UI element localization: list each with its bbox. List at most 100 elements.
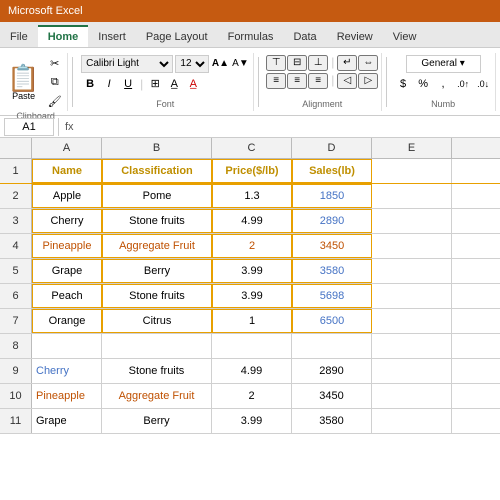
cell-b8[interactable] (102, 334, 212, 358)
tab-home[interactable]: Home (38, 25, 89, 47)
cell-e2[interactable] (372, 184, 452, 208)
cell-b11[interactable]: Berry (102, 409, 212, 433)
cell-b5[interactable]: Berry (102, 259, 212, 283)
cell-d3[interactable]: 2890 (292, 209, 372, 233)
font-name-select[interactable]: Calibri Light (81, 55, 173, 73)
borders-button[interactable]: ⊞ (146, 75, 164, 93)
fill-color-button[interactable]: A̲ (165, 75, 183, 93)
cell-e8[interactable] (372, 334, 452, 358)
increase-font-button[interactable]: A▲ (211, 55, 229, 73)
cell-b6[interactable]: Stone fruits (102, 284, 212, 308)
cell-e6[interactable] (372, 284, 452, 308)
row-header-6[interactable]: 6 (0, 284, 32, 308)
indent-less-button[interactable]: ◁ (337, 73, 357, 89)
cell-c11[interactable]: 3.99 (212, 409, 292, 433)
cell-d5[interactable]: 3580 (292, 259, 372, 283)
tab-view[interactable]: View (383, 27, 427, 47)
tab-file[interactable]: File (0, 27, 38, 47)
cell-a5[interactable]: Grape (32, 259, 102, 283)
cell-a2[interactable]: Apple (32, 184, 102, 208)
name-box[interactable] (4, 118, 54, 136)
cell-b2[interactable]: Pome (102, 184, 212, 208)
indent-more-button[interactable]: ▷ (358, 73, 378, 89)
row-header-11[interactable]: 11 (0, 409, 32, 433)
row-header-1[interactable]: 1 (0, 159, 32, 183)
cut-button[interactable]: ✂ (46, 55, 64, 73)
cell-b4[interactable]: Aggregate Fruit (102, 234, 212, 258)
row-header-2[interactable]: 2 (0, 184, 32, 208)
tab-formulas[interactable]: Formulas (218, 27, 284, 47)
format-painter-button[interactable]: 🖌 (46, 93, 64, 111)
cell-a9[interactable]: Cherry (32, 359, 102, 383)
row-header-10[interactable]: 10 (0, 384, 32, 408)
cell-d9[interactable]: 2890 (292, 359, 372, 383)
number-format-select[interactable]: General ▾ (406, 55, 481, 73)
cell-c7[interactable]: 1 (212, 309, 292, 333)
cell-b3[interactable]: Stone fruits (102, 209, 212, 233)
cell-a11[interactable]: Grape (32, 409, 102, 433)
cell-c1[interactable]: Price($/lb) (212, 159, 292, 183)
tab-review[interactable]: Review (327, 27, 383, 47)
cell-b10[interactable]: Aggregate Fruit (102, 384, 212, 408)
cell-d2[interactable]: 1850 (292, 184, 372, 208)
cell-e5[interactable] (372, 259, 452, 283)
cell-b9[interactable]: Stone fruits (102, 359, 212, 383)
cell-a7[interactable]: Orange (32, 309, 102, 333)
cell-c10[interactable]: 2 (212, 384, 292, 408)
align-right-button[interactable]: ≡ (308, 73, 328, 89)
copy-button[interactable]: ⧉ (46, 74, 64, 92)
cell-c8[interactable] (212, 334, 292, 358)
merge-button[interactable]: ⇔ (358, 55, 378, 71)
col-header-a[interactable]: A (32, 138, 102, 158)
cell-b7[interactable]: Citrus (102, 309, 212, 333)
cell-e1[interactable] (372, 159, 452, 183)
cell-d6[interactable]: 5698 (292, 284, 372, 308)
cell-e11[interactable] (372, 409, 452, 433)
cell-c9[interactable]: 4.99 (212, 359, 292, 383)
col-header-b[interactable]: B (102, 138, 212, 158)
cell-c3[interactable]: 4.99 (212, 209, 292, 233)
cell-d7[interactable]: 6500 (292, 309, 372, 333)
tab-insert[interactable]: Insert (88, 27, 136, 47)
cell-e7[interactable] (372, 309, 452, 333)
col-header-c[interactable]: C (212, 138, 292, 158)
font-color-button[interactable]: A̲ (184, 75, 202, 93)
tab-data[interactable]: Data (283, 27, 326, 47)
row-header-7[interactable]: 7 (0, 309, 32, 333)
select-all-button[interactable] (0, 138, 32, 158)
row-header-3[interactable]: 3 (0, 209, 32, 233)
cell-a8[interactable] (32, 334, 102, 358)
decrease-font-button[interactable]: A▼ (231, 55, 249, 73)
row-header-5[interactable]: 5 (0, 259, 32, 283)
cell-e10[interactable] (372, 384, 452, 408)
cell-c2[interactable]: 1.3 (212, 184, 292, 208)
cell-c4[interactable]: 2 (212, 234, 292, 258)
percent-button[interactable]: % (414, 75, 432, 93)
comma-button[interactable]: , (434, 75, 452, 93)
dec-increase-button[interactable]: .0↑ (454, 75, 472, 93)
paste-button[interactable]: 📋 Paste (7, 65, 39, 101)
cell-c6[interactable]: 3.99 (212, 284, 292, 308)
cell-a1[interactable]: Name (32, 159, 102, 183)
cell-d1[interactable]: Sales(lb) (292, 159, 372, 183)
wrap-text-button[interactable]: ↵ (337, 55, 357, 71)
cell-e4[interactable] (372, 234, 452, 258)
row-header-9[interactable]: 9 (0, 359, 32, 383)
cell-e9[interactable] (372, 359, 452, 383)
cell-b1[interactable]: Classification (102, 159, 212, 183)
cell-a3[interactable]: Cherry (32, 209, 102, 233)
row-header-8[interactable]: 8 (0, 334, 32, 358)
align-center-button[interactable]: ≡ (287, 73, 307, 89)
col-header-d[interactable]: D (292, 138, 372, 158)
dec-decrease-button[interactable]: .0↓ (474, 75, 492, 93)
cell-a4[interactable]: Pineapple (32, 234, 102, 258)
col-header-e[interactable]: E (372, 138, 452, 158)
align-middle-button[interactable]: ⊟ (287, 55, 307, 71)
align-top-button[interactable]: ⊤ (266, 55, 286, 71)
tab-page-layout[interactable]: Page Layout (136, 27, 218, 47)
bold-button[interactable]: B (81, 75, 99, 93)
cell-e3[interactable] (372, 209, 452, 233)
cell-c5[interactable]: 3.99 (212, 259, 292, 283)
cell-a6[interactable]: Peach (32, 284, 102, 308)
align-left-button[interactable]: ≡ (266, 73, 286, 89)
